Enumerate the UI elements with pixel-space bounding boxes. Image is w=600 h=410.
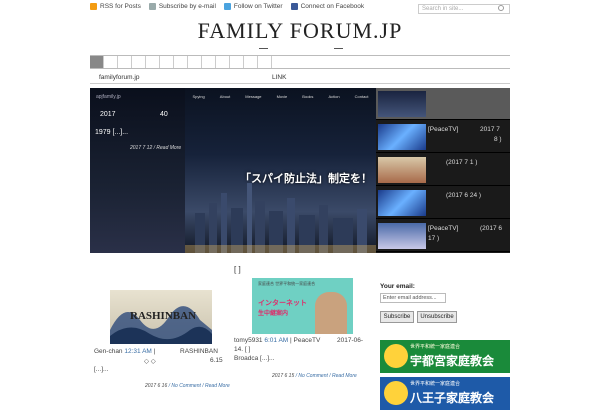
slide-number: 40	[160, 111, 168, 118]
nav-item[interactable]	[132, 56, 146, 68]
post2-line2: 14. [ ]	[234, 346, 251, 353]
nav-item[interactable]	[160, 56, 174, 68]
slider-thumbnails: [PeaceTV] 2017 7 8 ) (2017 7 1 ) (2017 6…	[376, 88, 510, 253]
post-image-peacetv[interactable]: 家庭連合 世界平和統一家庭連合 インターネット 生中継案内	[252, 278, 353, 334]
nav-item[interactable]	[216, 56, 230, 68]
slide-brand: apjfamily.jp	[96, 94, 121, 100]
sub-nav: familyforum.jp LINK	[90, 72, 510, 84]
facebook-icon	[290, 3, 298, 10]
nav-item[interactable]	[188, 56, 202, 68]
post2-meta: 2017 6 15 / No Comment / Read More	[272, 373, 357, 379]
nav-item[interactable]	[146, 56, 160, 68]
slide-description: 1979 [...]...	[95, 129, 129, 136]
post2-byline: tomy5931 6:01 AM | PeaceTV	[234, 337, 321, 344]
slider-thumb[interactable]: [PeaceTV] 2017 7 8 )	[376, 121, 510, 153]
emblem-icon	[384, 344, 408, 368]
facebook-link[interactable]: Connect on Facebook	[290, 3, 364, 10]
thumb-image	[378, 157, 426, 183]
rss-icon	[90, 3, 97, 10]
post1-excerpt: [...]...	[94, 366, 109, 373]
post2-excerpt: Broadca [...]...	[234, 355, 275, 362]
slide-read-more-link[interactable]: / Read More	[154, 145, 182, 151]
church-banner-hachioji[interactable]: 世界平和統一家庭連合 八王子家庭教会	[380, 377, 510, 410]
nav-item[interactable]	[244, 56, 258, 68]
post2-time-link[interactable]: 6:01 AM	[264, 337, 288, 344]
nav-item[interactable]	[118, 56, 132, 68]
post2-title[interactable]: PeaceTV	[294, 337, 321, 344]
post2-date-right: 2017-06-	[337, 337, 364, 344]
subnav-home-link[interactable]: familyforum.jp	[99, 74, 139, 81]
speaker-photo	[315, 292, 347, 334]
twitter-icon	[223, 3, 231, 10]
post-image-rashinban[interactable]: RASHINBAN	[110, 290, 212, 344]
church-banner-utsunomiya[interactable]: 世界平和統一家庭連合 宇都宮家庭教会	[380, 340, 510, 373]
subscribe-email-link[interactable]: Subscribe by e-mail	[148, 3, 216, 10]
email-label: Your email:	[380, 283, 415, 290]
subnav-link[interactable]: LINK	[272, 74, 286, 81]
thumb-image	[378, 124, 426, 150]
slide-meta: 2017 7 12 / Read More	[130, 145, 182, 151]
mail-icon	[148, 3, 156, 10]
emblem-icon	[384, 381, 408, 405]
slider-thumb[interactable]: (2017 6 24 )	[376, 187, 510, 219]
thumb-image	[378, 91, 426, 117]
unsubscribe-button[interactable]: Unsubscribe	[417, 311, 457, 323]
posts-heading: [ ]	[234, 265, 241, 274]
thumb-image	[378, 223, 426, 249]
nav-item[interactable]	[202, 56, 216, 68]
twitter-link[interactable]: Follow on Twitter	[223, 3, 283, 10]
slider-thumb[interactable]: (2017 7 1 )	[376, 154, 510, 186]
post1-time-link[interactable]: 12:31 AM	[124, 348, 151, 355]
post1-meta: 2017 6 16 / No Comment / Read More	[145, 383, 230, 389]
post1-byline: Gen-chan 12:31 AM |	[94, 348, 156, 355]
site-title[interactable]: FAMILY FORUM.JP	[90, 18, 510, 44]
email-field[interactable]: Enter email address...	[380, 293, 446, 303]
post2-comments-link[interactable]: / No Comment	[296, 373, 328, 379]
post1-read-more-link[interactable]: / Read More	[202, 383, 230, 389]
slider-thumb[interactable]: [PeaceTV] (2017 6 17 )	[376, 220, 510, 252]
subscribe-button[interactable]: Subscribe	[380, 311, 414, 323]
slide-menu: Spying About Message Movie Books Action …	[192, 94, 369, 99]
search-input[interactable]: Search in site...	[418, 4, 510, 14]
search-icon[interactable]	[498, 5, 504, 11]
slider-thumb[interactable]	[376, 88, 510, 120]
nav-item[interactable]	[174, 56, 188, 68]
nav-item[interactable]	[258, 56, 272, 68]
post1-comments-link[interactable]: / No Comment	[169, 383, 201, 389]
slide-banner-text: 「スパイ防止法」制定を！	[240, 173, 372, 185]
post1-diamonds: ◇ ◇	[144, 358, 156, 365]
slide-date: 2017	[100, 111, 116, 118]
nav-item[interactable]	[104, 56, 118, 68]
post1-title[interactable]: RASHINBAN	[180, 348, 218, 355]
thumb-image	[378, 190, 426, 216]
post1-date-right: 6.15	[210, 357, 223, 364]
nav-item[interactable]	[90, 56, 104, 68]
post2-read-more-link[interactable]: / Read More	[329, 373, 357, 379]
featured-slider[interactable]: Spying About Message Movie Books Action …	[90, 88, 376, 253]
nav-item[interactable]	[230, 56, 244, 68]
site-tagline	[259, 48, 343, 49]
main-nav	[90, 55, 510, 69]
rss-link[interactable]: RSS for Posts	[90, 3, 141, 10]
